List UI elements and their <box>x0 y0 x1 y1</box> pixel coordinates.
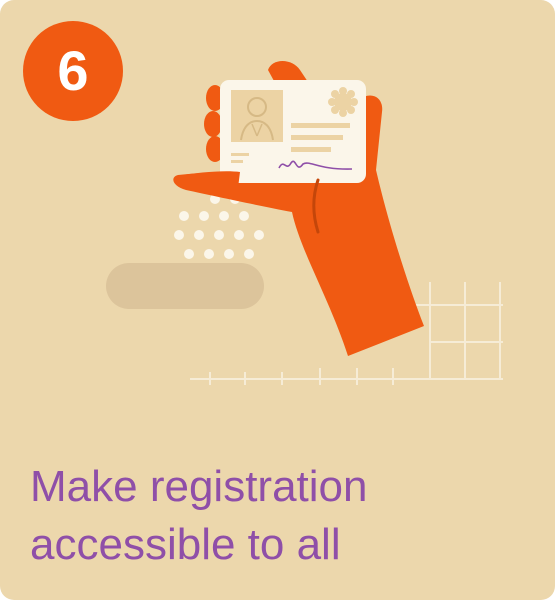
pill-shape <box>106 263 264 309</box>
info-card: 6 Make registration accessible to all <box>0 0 555 600</box>
seal-badge-icon <box>328 87 358 117</box>
id-card <box>220 80 366 183</box>
step-number: 6 <box>57 39 89 102</box>
dot-pattern <box>174 194 264 259</box>
step-number-badge: 6 <box>23 21 123 121</box>
headline-line-2: accessible to all <box>30 520 341 569</box>
person-portrait-icon <box>231 90 283 142</box>
headline: Make registration accessible to all <box>30 458 530 574</box>
headline-line-1: Make registration <box>30 462 368 511</box>
